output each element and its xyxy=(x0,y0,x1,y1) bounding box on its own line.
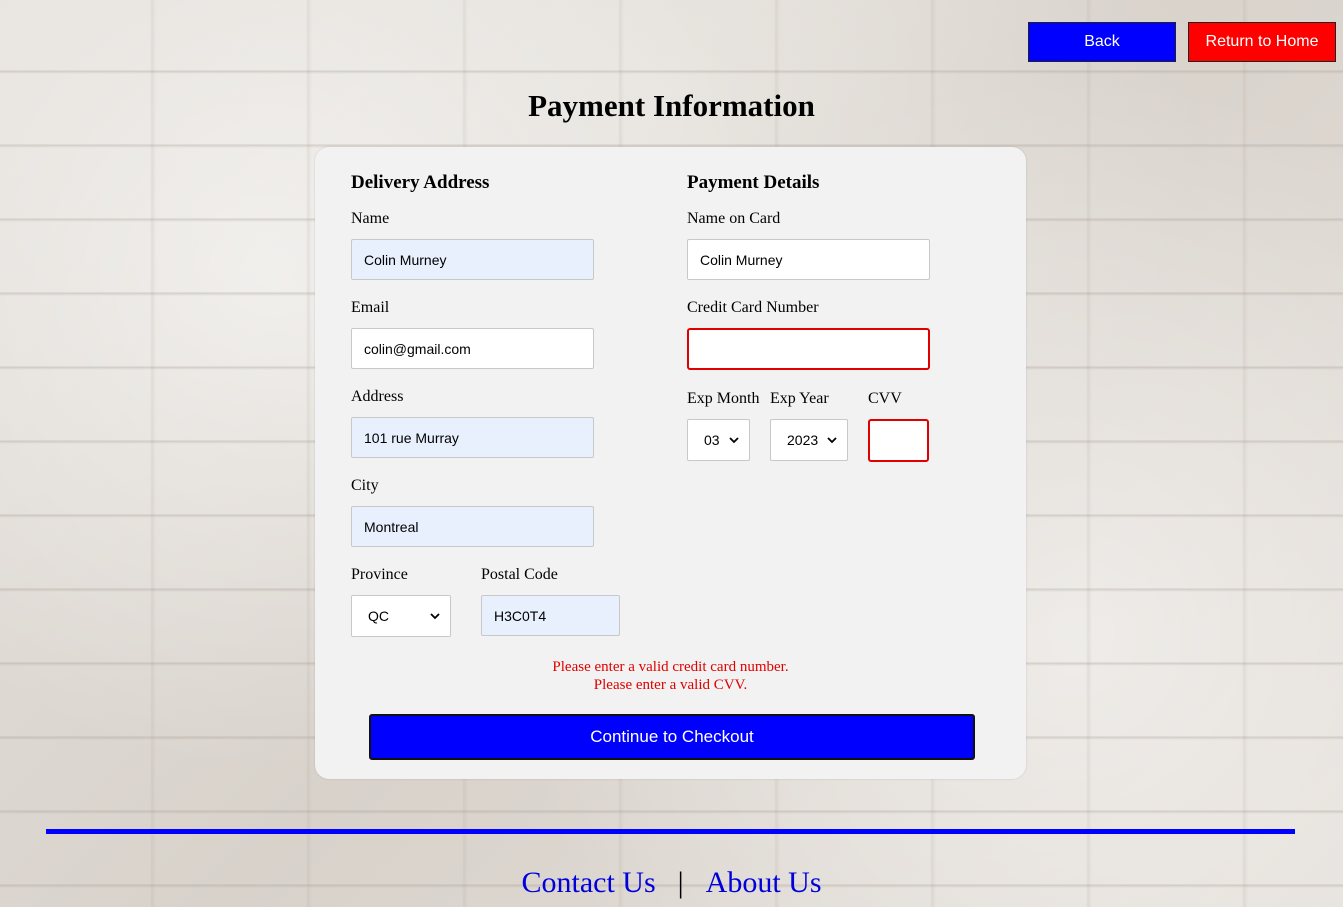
back-button[interactable]: Back xyxy=(1028,22,1176,62)
name-on-card-label: Name on Card xyxy=(687,210,781,227)
name-label: Name xyxy=(351,210,390,227)
exp-year-select[interactable]: 2023 xyxy=(770,419,848,461)
address-input[interactable] xyxy=(351,417,594,458)
exp-year-select-value: 2023 xyxy=(787,432,819,448)
payment-details-heading: Payment Details xyxy=(687,172,820,193)
contact-us-link[interactable]: Contact Us xyxy=(521,866,655,899)
footer-links: Contact Us | About Us xyxy=(0,866,1343,900)
chevron-down-icon xyxy=(827,437,837,444)
about-us-link[interactable]: About Us xyxy=(706,866,822,899)
email-input[interactable] xyxy=(351,328,594,369)
credit-card-number-label: Credit Card Number xyxy=(687,299,819,316)
return-home-button[interactable]: Return to Home xyxy=(1188,22,1336,62)
exp-month-select-value: 03 xyxy=(704,432,720,448)
page-title: Payment Information xyxy=(528,88,815,123)
delivery-address-heading: Delivery Address xyxy=(351,172,490,193)
exp-month-label: Exp Month xyxy=(687,390,760,407)
cvv-error: Please enter a valid CVV. xyxy=(593,677,748,693)
province-label: Province xyxy=(351,566,408,583)
credit-card-number-input[interactable] xyxy=(687,328,930,370)
postal-code-input[interactable] xyxy=(481,595,620,636)
cvv-label: CVV xyxy=(868,390,902,407)
exp-year-label: Exp Year xyxy=(770,390,829,407)
email-label: Email xyxy=(351,299,390,316)
chevron-down-icon xyxy=(729,437,739,444)
exp-month-select[interactable]: 03 xyxy=(687,419,750,461)
province-select-value: QC xyxy=(368,608,389,624)
payment-form-card: Delivery Address Name Email Address City… xyxy=(315,147,1026,779)
chevron-down-icon xyxy=(430,613,440,620)
continue-to-checkout-button[interactable]: Continue to Checkout xyxy=(369,714,975,760)
validation-errors: Please enter a valid credit card number.… xyxy=(315,658,1026,694)
cvv-input[interactable] xyxy=(868,419,929,462)
name-on-card-input[interactable] xyxy=(687,239,930,280)
footer-divider xyxy=(46,829,1295,834)
address-label: Address xyxy=(351,388,404,405)
name-input[interactable] xyxy=(351,239,594,280)
province-select[interactable]: QC xyxy=(351,595,451,637)
card-number-error: Please enter a valid credit card number. xyxy=(552,659,789,675)
city-input[interactable] xyxy=(351,506,594,547)
footer-separator: | xyxy=(677,866,684,899)
postal-code-label: Postal Code xyxy=(481,566,558,583)
city-label: City xyxy=(351,477,379,494)
